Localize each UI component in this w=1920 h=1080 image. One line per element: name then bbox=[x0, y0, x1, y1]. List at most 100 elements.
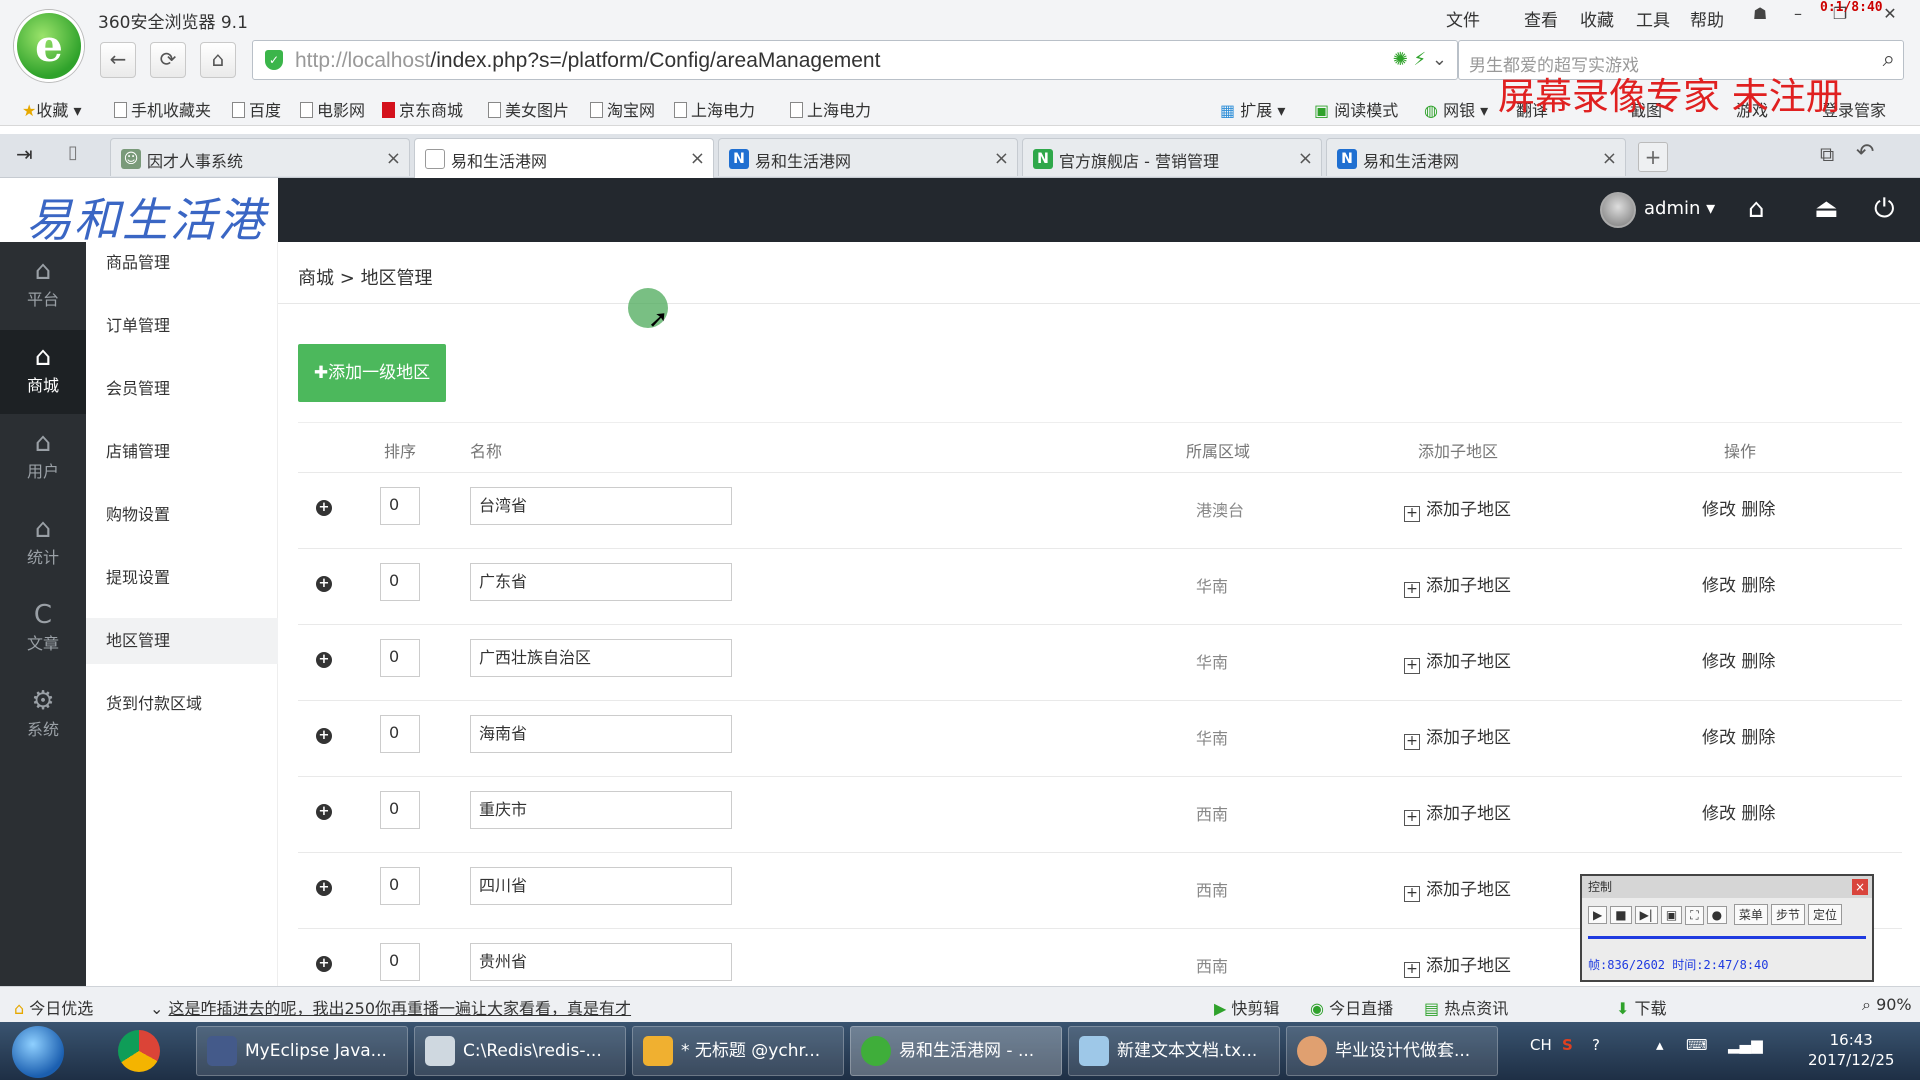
edit-link[interactable]: 修改 bbox=[1702, 728, 1736, 748]
add-sub-area-link[interactable]: + 添加子地区 bbox=[1404, 875, 1511, 902]
delete-link[interactable]: 删除 bbox=[1741, 652, 1775, 672]
delete-link[interactable]: 删除 bbox=[1741, 804, 1775, 824]
bookmark-favorites[interactable]: ★收藏 ▾ bbox=[22, 97, 81, 121]
undo-close-icon[interactable]: ↶ bbox=[1856, 140, 1874, 165]
sogou-icon[interactable]: S bbox=[1562, 1036, 1573, 1054]
breadcrumb-root[interactable]: 商城 bbox=[298, 268, 334, 289]
tab-close-icon[interactable]: × bbox=[994, 148, 1009, 169]
bookmark-power-2[interactable]: 上海电力 bbox=[790, 97, 871, 121]
bookmark-jd[interactable]: 京东商城 bbox=[382, 97, 463, 121]
network-icon[interactable]: ⌨ bbox=[1686, 1036, 1708, 1054]
fullscreen-icon[interactable]: ⛶ bbox=[1685, 906, 1704, 925]
task-browser[interactable]: 易和生活港网 - ... bbox=[850, 1026, 1062, 1076]
tab-yihe-active[interactable]: 易和生活港网 × bbox=[414, 138, 714, 179]
download[interactable]: ⬇ 下载 bbox=[1616, 995, 1667, 1019]
nav-platform[interactable]: ⌂ 平台 bbox=[0, 244, 86, 328]
subnav-shops[interactable]: 店铺管理 bbox=[86, 429, 278, 475]
nav-users[interactable]: ⌂ 用户 bbox=[0, 416, 86, 500]
bookmark-baidu[interactable]: 百度 bbox=[232, 97, 281, 121]
live-today[interactable]: ◉ 今日直播 bbox=[1310, 995, 1393, 1019]
system-clock[interactable]: 16:43 2017/12/25 bbox=[1808, 1030, 1894, 1070]
tab-marketing[interactable]: N 官方旗舰店 - 营销管理 × bbox=[1022, 138, 1322, 176]
subnav-cod-areas[interactable]: 货到付款区域 bbox=[86, 681, 278, 727]
task-untitled[interactable]: * 无标题 @ychr... bbox=[632, 1026, 844, 1076]
expand-icon[interactable]: + bbox=[316, 576, 332, 592]
new-tab-button[interactable]: + bbox=[1638, 142, 1668, 172]
subnav-members[interactable]: 会员管理 bbox=[86, 366, 278, 412]
close-icon[interactable]: × bbox=[1852, 879, 1868, 895]
edit-link[interactable]: 修改 bbox=[1702, 576, 1736, 596]
lang-indicator[interactable]: CH bbox=[1530, 1036, 1552, 1054]
home-icon[interactable]: ⌂ bbox=[1748, 194, 1765, 224]
edit-link[interactable]: 修改 bbox=[1702, 500, 1736, 520]
recorder-progress[interactable] bbox=[1588, 936, 1866, 939]
refresh-button[interactable]: ⟳ bbox=[150, 42, 186, 78]
edit-link[interactable]: 修改 bbox=[1702, 652, 1736, 672]
user-menu[interactable]: admin ▾ bbox=[1644, 198, 1715, 219]
expand-icon[interactable]: + bbox=[316, 880, 332, 896]
task-myeclipse[interactable]: MyEclipse Java... bbox=[196, 1026, 408, 1076]
search-icon[interactable]: ⌕ bbox=[1883, 47, 1895, 72]
subnav-withdraw[interactable]: 提现设置 bbox=[86, 555, 278, 601]
record-icon[interactable]: ● bbox=[1706, 906, 1728, 924]
task-notepad[interactable]: 新建文本文档.tx... bbox=[1068, 1026, 1280, 1076]
tab-yihe-2[interactable]: N 易和生活港网 × bbox=[718, 138, 1018, 176]
address-bar[interactable]: ✓ http://localhost/index.php?s=/platform… bbox=[252, 40, 1458, 80]
area-name-input[interactable]: 海南省 bbox=[470, 715, 732, 753]
next-icon[interactable]: ▶| bbox=[1634, 906, 1658, 924]
nav-system[interactable]: ⚙ 系统 bbox=[0, 674, 86, 758]
menu-tools[interactable]: 工具 bbox=[1636, 6, 1670, 31]
recorder-control-panel[interactable]: 控制 × ▶ ■ ▶| ▣ ⛶ ● 菜单 步节 定位 帧:836/2602 时间:2:47/8… bbox=[1580, 874, 1874, 982]
start-button[interactable] bbox=[12, 1026, 64, 1078]
home-button[interactable]: ⌂ bbox=[200, 42, 236, 78]
add-sub-area-link[interactable]: + 添加子地区 bbox=[1404, 723, 1511, 750]
menu-file[interactable]: 文件 bbox=[1446, 6, 1480, 31]
area-name-input[interactable]: 广东省 bbox=[470, 563, 732, 601]
sort-input[interactable]: 0 bbox=[380, 943, 420, 981]
tab-close-icon[interactable]: × bbox=[1602, 148, 1617, 169]
expand-icon[interactable]: + bbox=[316, 500, 332, 516]
window-icon[interactable]: ▣ bbox=[1660, 906, 1683, 924]
bookmark-pictures[interactable]: 美女图片 bbox=[488, 97, 569, 121]
sidebar-toggle-icon[interactable]: ⇥ bbox=[16, 142, 33, 166]
subnav-orders[interactable]: 订单管理 bbox=[86, 303, 278, 349]
task-redis[interactable]: C:\Redis\redis-... bbox=[414, 1026, 626, 1076]
tab-close-icon[interactable]: × bbox=[1298, 148, 1313, 169]
play-icon[interactable]: ▶ bbox=[1588, 906, 1608, 924]
area-name-input[interactable]: 四川省 bbox=[470, 867, 732, 905]
hot-news[interactable]: ▤ 热点资讯 bbox=[1424, 995, 1508, 1019]
sort-input[interactable]: 0 bbox=[380, 639, 420, 677]
sort-input[interactable]: 0 bbox=[380, 867, 420, 905]
minimize-icon[interactable]: – bbox=[1784, 4, 1812, 28]
chrome-icon[interactable] bbox=[118, 1030, 160, 1072]
recorder-step-button[interactable]: 步节 bbox=[1770, 904, 1805, 925]
toolbar-reading-mode[interactable]: ▣ 阅读模式 bbox=[1314, 97, 1398, 121]
area-name-input[interactable]: 重庆市 bbox=[470, 791, 732, 829]
bookmark-mobile[interactable]: 手机收藏夹 bbox=[114, 97, 211, 121]
expand-icon[interactable]: + bbox=[316, 956, 332, 972]
quick-edit[interactable]: ▶ 快剪辑 bbox=[1214, 995, 1279, 1019]
add-sub-area-link[interactable]: + 添加子地区 bbox=[1404, 799, 1511, 826]
tab-yihe-3[interactable]: N 易和生活港网 × bbox=[1326, 138, 1626, 176]
edit-link[interactable]: 修改 bbox=[1702, 804, 1736, 824]
tab-hr-system[interactable]: ☺ 因才人事系统 × bbox=[110, 138, 410, 176]
bookmark-taobao[interactable]: 淘宝网 bbox=[590, 97, 655, 121]
menu-favorites[interactable]: 收藏 bbox=[1580, 6, 1614, 31]
sort-input[interactable]: 0 bbox=[380, 563, 420, 601]
delete-link[interactable]: 删除 bbox=[1741, 500, 1775, 520]
sort-input[interactable]: 0 bbox=[380, 791, 420, 829]
task-design[interactable]: 毕业设计代做套... bbox=[1286, 1026, 1498, 1076]
today-picks[interactable]: ⌂ 今日优选 bbox=[14, 995, 93, 1019]
subnav-shopping-settings[interactable]: 购物设置 bbox=[86, 492, 278, 538]
mobile-icon[interactable]: ▯ bbox=[68, 142, 78, 163]
tray-arrow-icon[interactable]: ▴ bbox=[1656, 1036, 1664, 1054]
area-name-input[interactable]: 贵州省 bbox=[470, 943, 732, 981]
sort-input[interactable]: 0 bbox=[380, 487, 420, 525]
delete-link[interactable]: 删除 bbox=[1741, 728, 1775, 748]
tab-close-icon[interactable]: × bbox=[690, 148, 705, 169]
bookmark-movies[interactable]: 电影网 bbox=[300, 97, 365, 121]
expand-icon[interactable]: + bbox=[316, 728, 332, 744]
subnav-goods[interactable]: 商品管理 bbox=[86, 240, 278, 286]
notify-icon[interactable]: ⏏ bbox=[1814, 194, 1839, 224]
tab-restore-icon[interactable]: ⧉ bbox=[1820, 142, 1834, 166]
